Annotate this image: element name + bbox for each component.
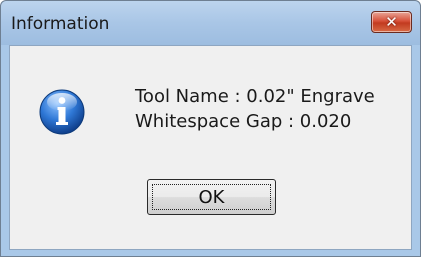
title-bar[interactable]: Information ✕ [1, 1, 420, 45]
window-title: Information [11, 14, 110, 34]
close-button[interactable]: ✕ [371, 11, 412, 33]
ok-button[interactable]: OK [147, 179, 276, 215]
whitespace-gap-line: Whitespace Gap : 0.020 [135, 111, 352, 132]
ok-button-label: OK [198, 187, 225, 208]
tool-name-line: Tool Name : 0.02" Engrave [135, 86, 375, 107]
dialog-body: Tool Name : 0.02" Engrave Whitespace Gap… [9, 45, 412, 250]
dialog-window: Information ✕ Tool Name: 0.02" Engrave … [0, 0, 421, 257]
information-icon [39, 89, 85, 135]
message-text: Tool Name : 0.02" Engrave Whitespace Gap… [135, 84, 375, 134]
close-icon: ✕ [385, 13, 398, 31]
